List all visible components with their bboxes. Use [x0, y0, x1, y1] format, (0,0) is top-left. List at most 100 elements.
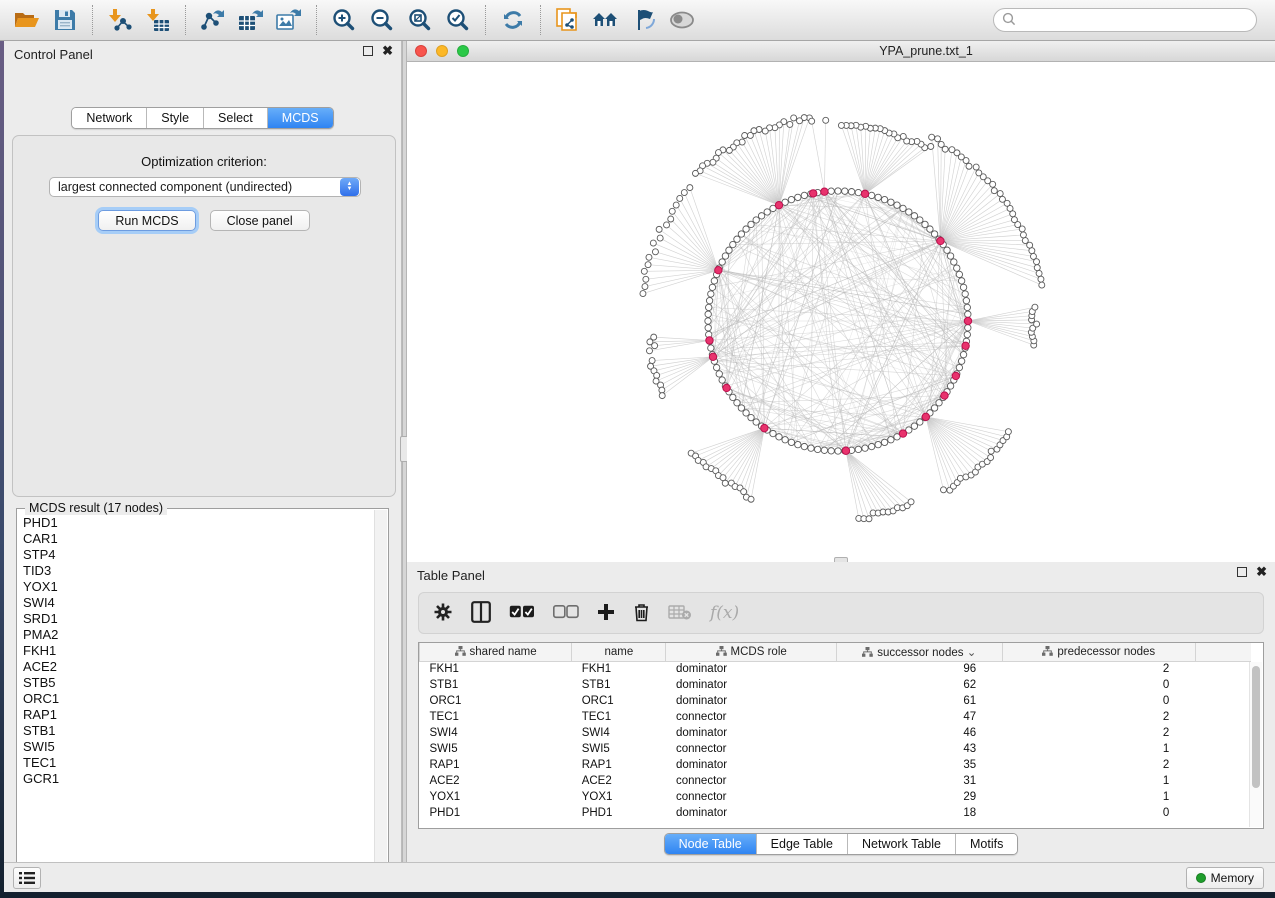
graph-node[interactable] — [726, 247, 732, 253]
graph-node[interactable] — [730, 394, 736, 400]
table-cell[interactable]: connector — [666, 741, 836, 757]
table-cell[interactable]: ORC1 — [420, 693, 572, 709]
tab-node-table[interactable]: Node Table — [665, 834, 757, 854]
table-cell[interactable]: 18 — [836, 805, 1002, 821]
column-selector-button[interactable] — [471, 601, 491, 626]
zoom-selected-button[interactable] — [443, 5, 473, 35]
graph-node[interactable] — [657, 235, 663, 241]
table-cell[interactable]: SWI4 — [420, 725, 572, 741]
save-session-button[interactable] — [50, 5, 80, 35]
mcds-node-item[interactable]: ACE2 — [23, 659, 370, 675]
graph-node[interactable] — [900, 205, 906, 211]
graph-node[interactable] — [641, 268, 647, 274]
table-cell[interactable]: dominator — [666, 693, 836, 709]
table-cell[interactable]: SWI5 — [572, 741, 666, 757]
graph-node[interactable] — [710, 159, 716, 165]
table-cell[interactable]: ORC1 — [572, 693, 666, 709]
graph-node[interactable] — [949, 147, 955, 153]
graph-node[interactable] — [922, 221, 928, 227]
graph-node[interactable] — [868, 443, 874, 449]
graph-node[interactable] — [956, 364, 962, 370]
table-cell[interactable]: FKH1 — [420, 661, 572, 677]
table-cell[interactable]: TEC1 — [420, 709, 572, 725]
graph-node[interactable] — [835, 448, 841, 454]
search-input[interactable] — [1021, 13, 1248, 27]
column-header-name[interactable]: name — [572, 643, 666, 661]
graph-node[interactable] — [823, 117, 829, 123]
column-header-MCDS-role[interactable]: MCDS role — [666, 643, 836, 661]
float-panel-icon[interactable] — [363, 46, 373, 56]
graph-node[interactable] — [738, 231, 744, 237]
graph-node[interactable] — [881, 196, 887, 202]
graph-node[interactable] — [1032, 304, 1038, 310]
table-row[interactable]: FKH1FKH1dominator962 — [420, 661, 1252, 677]
graph-node[interactable] — [748, 414, 754, 420]
graph-node[interactable] — [917, 419, 923, 425]
graph-node[interactable] — [669, 208, 675, 214]
mcds-node-item[interactable]: SWI5 — [23, 739, 370, 755]
mcds-node-item[interactable]: PMA2 — [23, 627, 370, 643]
graph-node[interactable] — [709, 284, 715, 290]
table-cell[interactable]: 43 — [836, 741, 1002, 757]
mcds-node-item[interactable]: YOX1 — [23, 579, 370, 595]
graph-node[interactable] — [722, 253, 728, 259]
export-image-button[interactable] — [274, 5, 304, 35]
graph-node[interactable] — [705, 318, 711, 324]
table-cell[interactable]: 1 — [1002, 741, 1195, 757]
graph-node[interactable] — [1020, 232, 1026, 238]
table-cell[interactable]: 1 — [1002, 773, 1195, 789]
graph-node[interactable] — [1039, 282, 1045, 288]
network-file-button[interactable] — [553, 5, 583, 35]
graph-node[interactable] — [1030, 253, 1036, 259]
graph-node[interactable] — [991, 188, 997, 194]
graph-node[interactable] — [1022, 238, 1028, 244]
graph-node[interactable] — [997, 191, 1003, 197]
graph-node[interactable] — [960, 351, 966, 357]
close-table-panel-icon[interactable]: ✖ — [1256, 567, 1267, 577]
import-network-button[interactable] — [105, 5, 135, 35]
table-scrollbar[interactable] — [1249, 662, 1262, 827]
export-network-button[interactable] — [198, 5, 228, 35]
graph-node[interactable] — [956, 271, 962, 277]
graph-node[interactable] — [716, 371, 722, 377]
table-cell[interactable]: 61 — [836, 693, 1002, 709]
table-cell[interactable]: 62 — [836, 677, 1002, 693]
graph-node[interactable] — [726, 147, 732, 153]
graph-node[interactable] — [677, 195, 683, 201]
graph-node[interactable] — [875, 441, 881, 447]
table-cell[interactable]: PHD1 — [572, 805, 666, 821]
table-cell[interactable]: 35 — [836, 757, 1002, 773]
graph-node[interactable] — [801, 443, 807, 449]
graph-node[interactable] — [929, 134, 935, 140]
graph-node[interactable] — [868, 192, 874, 198]
graph-node[interactable] — [668, 216, 674, 222]
graph-node[interactable] — [762, 128, 768, 134]
graph-node[interactable] — [906, 209, 912, 215]
table-cell[interactable]: SWI5 — [420, 741, 572, 757]
graph-node[interactable] — [730, 241, 736, 247]
graph-node[interactable] — [646, 254, 652, 260]
table-cell[interactable]: SWI4 — [572, 725, 666, 741]
graph-node[interactable] — [753, 217, 759, 223]
graph-node[interactable] — [911, 423, 917, 429]
mcds-node-item[interactable]: RAP1 — [23, 707, 370, 723]
mcds-node-item[interactable]: ORC1 — [23, 691, 370, 707]
table-cell[interactable]: PHD1 — [420, 805, 572, 821]
graph-node[interactable] — [894, 202, 900, 208]
graph-node[interactable] — [940, 487, 946, 493]
table-cell[interactable]: YOX1 — [572, 789, 666, 805]
graph-node[interactable] — [645, 262, 651, 268]
column-header-shared-name[interactable]: shared name — [420, 643, 572, 661]
graph-node[interactable] — [1005, 429, 1011, 435]
delete-row-button[interactable] — [633, 602, 650, 625]
graph-node[interactable] — [911, 213, 917, 219]
graph-node[interactable] — [753, 419, 759, 425]
graph-node[interactable] — [649, 358, 655, 364]
table-cell[interactable]: 2 — [1002, 709, 1195, 725]
graph-node[interactable] — [960, 284, 966, 290]
graph-node[interactable] — [965, 325, 971, 331]
zoom-in-button[interactable] — [329, 5, 359, 35]
grid-mode-button[interactable] — [13, 867, 41, 889]
zoom-fit-button[interactable] — [405, 5, 435, 35]
table-cell[interactable]: connector — [666, 709, 836, 725]
